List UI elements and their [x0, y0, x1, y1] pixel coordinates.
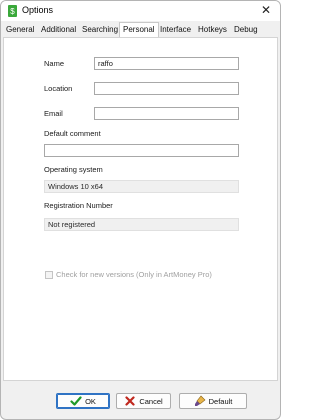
- cross-icon: [125, 396, 135, 406]
- tab-additional[interactable]: Additional: [38, 23, 79, 36]
- tab-personal[interactable]: Personal: [119, 22, 159, 37]
- check-updates-checkbox[interactable]: [45, 270, 53, 279]
- tab-interface[interactable]: Interface: [157, 23, 194, 36]
- tab-general[interactable]: General: [3, 23, 37, 36]
- title-bar[interactable]: $ Options ✕: [1, 1, 280, 21]
- registration-number-label: Registration Number: [44, 201, 113, 210]
- name-field[interactable]: raffo: [94, 57, 239, 70]
- tab-strip: General Additional Searching Personal In…: [3, 22, 278, 37]
- ok-button[interactable]: OK: [56, 393, 110, 409]
- default-button[interactable]: Default: [179, 393, 247, 409]
- operating-system-value: Windows 10 x64: [44, 180, 239, 193]
- location-label: Location: [44, 84, 73, 93]
- default-button-label: Default: [208, 396, 233, 406]
- personal-tab-panel: Name raffo Location Email Default commen…: [3, 37, 278, 381]
- registration-number-value: Not registered: [44, 218, 239, 231]
- operating-system-label: Operating system: [44, 165, 103, 174]
- location-field[interactable]: [94, 82, 239, 95]
- check-updates-label: Check for new versions (Only in ArtMoney…: [56, 270, 212, 279]
- window-title: Options: [22, 5, 54, 15]
- brush-icon: [194, 395, 206, 406]
- name-label: Name: [44, 59, 65, 68]
- tab-searching[interactable]: Searching: [79, 23, 121, 36]
- default-comment-field[interactable]: [44, 144, 239, 157]
- tab-debug[interactable]: Debug: [231, 23, 261, 36]
- artmoney-app-icon: $: [8, 5, 17, 17]
- email-label: Email: [44, 109, 63, 118]
- tab-hotkeys[interactable]: Hotkeys: [195, 23, 230, 36]
- default-comment-label: Default comment: [44, 129, 101, 138]
- close-icon[interactable]: ✕: [258, 2, 274, 18]
- cancel-button-label: Cancel: [139, 396, 163, 406]
- options-dialog: $ Options ✕ General Additional Searching…: [0, 0, 281, 420]
- check-updates-row: Check for new versions (Only in ArtMoney…: [45, 270, 212, 279]
- checkmark-icon: [70, 396, 82, 406]
- cancel-button[interactable]: Cancel: [116, 393, 171, 409]
- email-field[interactable]: [94, 107, 239, 120]
- ok-button-label: OK: [85, 396, 96, 406]
- svg-text:$: $: [10, 7, 15, 16]
